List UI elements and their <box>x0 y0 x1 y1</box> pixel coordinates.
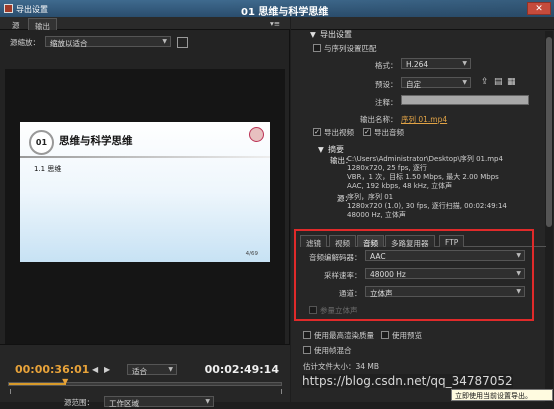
format-value: H.264 <box>406 60 429 69</box>
output-name-link[interactable]: 序列 01.mp4 <box>401 114 447 125</box>
current-timecode[interactable]: 00:00:36:01 <box>15 363 89 376</box>
slide-subtitle: 1.1 思维 <box>34 165 62 173</box>
chevron-down-icon: ▼ <box>462 60 467 67</box>
app-icon <box>4 4 13 13</box>
mark-in-icon[interactable]: ◀ <box>92 365 98 374</box>
timeline-ruler <box>10 389 282 394</box>
panel-menu-icon[interactable]: ▾≡ <box>264 17 286 29</box>
window-title: 导出设置 <box>16 5 48 14</box>
preset-value: 自定 <box>406 80 421 89</box>
tab-source[interactable]: 源 <box>6 18 26 30</box>
preset-label: 预设： <box>375 80 398 89</box>
use-preview-checkbox[interactable] <box>381 331 389 339</box>
watermark-text: https://blog.csdn.net/qq_34787052 <box>302 374 513 388</box>
duration-timecode: 00:02:49:14 <box>204 363 279 376</box>
timeline-track[interactable] <box>8 382 282 386</box>
match-sequence-checkbox[interactable] <box>313 44 321 52</box>
slide-divider <box>20 156 270 158</box>
scrollbar[interactable] <box>545 31 553 402</box>
source-range-value: 工作区域 <box>109 399 139 408</box>
output-bitrate: VBR，1 次，目标 1.50 Mbps, 最大 2.00 Mbps <box>347 173 499 181</box>
source-panel: 源 输出 ▾≡ 源缩放： 缩放以适合 ▼ 01 思维与科学思维 1.1 思维 4/… <box>0 17 290 408</box>
export-video-label: 导出视频 <box>324 128 354 137</box>
output-name-label: 输出名称： <box>360 115 398 124</box>
collapse-arrow-icon[interactable]: ▼ <box>310 30 316 39</box>
estimated-size: 估计文件大小：34 MB <box>303 362 380 371</box>
save-preset-icon[interactable]: ⇪ <box>481 77 489 87</box>
import-preset-icon[interactable]: ▤ <box>494 77 503 87</box>
output-path: C:\Users\Administrator\Desktop\序列 01.mp4 <box>347 155 503 163</box>
source-video: 1280x720 (1.0), 30 fps, 逐行扫描, 00:02:49:1… <box>347 202 507 210</box>
background-title: 01 思维与科学思维 <box>219 0 554 18</box>
match-sequence-label: 与序列设置匹配 <box>324 44 377 53</box>
fit-value: 适合 <box>132 367 147 376</box>
slide-page-number: 4/69 <box>245 251 258 257</box>
source-zoom-dropdown[interactable]: 缩放以适合 ▼ <box>45 36 171 48</box>
highlight-box <box>294 229 534 321</box>
source-audio: 48000 Hz, 立体声 <box>347 211 406 219</box>
summary-source-text: 序列，序列 01 1280x720 (1.0), 30 fps, 逐行扫描, 0… <box>347 193 507 220</box>
use-preview-label: 使用预览 <box>392 331 422 340</box>
timeline-progress <box>9 383 67 385</box>
max-quality-checkbox[interactable] <box>303 331 311 339</box>
max-quality-label: 使用最高渲染质量 <box>314 331 374 340</box>
summary-arrow-icon[interactable]: ▼ <box>318 145 324 154</box>
playhead-icon[interactable]: ▼ <box>62 377 70 386</box>
fit-dropdown[interactable]: 适合 ▼ <box>127 364 177 376</box>
output-video: 1280x720, 25 fps, 逐行 <box>347 164 427 172</box>
frame-blend-label: 使用帧混合 <box>314 346 352 355</box>
chevron-down-icon: ▼ <box>168 366 173 373</box>
window-titlebar: 导出设置 01 思维与科学思维 ✕ <box>0 0 554 18</box>
source-zoom-label: 源缩放： <box>10 38 40 47</box>
preview-frame: 01 思维与科学思维 1.1 思维 4/69 <box>20 122 270 262</box>
slide-number: 01 <box>29 130 54 155</box>
chevron-down-icon: ▼ <box>162 38 167 45</box>
source-range-label: 源范围： <box>64 398 94 407</box>
crop-icon[interactable] <box>177 37 188 48</box>
tab-output[interactable]: 输出 <box>28 18 57 31</box>
comment-input[interactable] <box>401 95 529 105</box>
comment-label: 注释： <box>375 98 398 107</box>
source-name: 序列，序列 01 <box>347 193 394 201</box>
format-label: 格式： <box>375 61 398 70</box>
output-audio: AAC, 192 kbps, 48 kHz, 立体声 <box>347 182 453 190</box>
scrollbar-thumb[interactable] <box>546 37 552 227</box>
summary-header: 摘要 <box>328 145 344 154</box>
source-tabs: 源 输出 ▾≡ <box>0 17 290 31</box>
close-button[interactable]: ✕ <box>527 2 551 15</box>
preset-dropdown[interactable]: 自定 ▼ <box>401 77 471 89</box>
summary-output-text: C:\Users\Administrator\Desktop\序列 01.mp4… <box>347 155 503 191</box>
export-settings-header: 导出设置 <box>320 30 352 39</box>
export-audio-label: 导出音频 <box>374 128 404 137</box>
video-preview: 01 思维与科学思维 1.1 思维 4/69 <box>5 69 285 344</box>
export-audio-checkbox[interactable]: ✓ <box>363 128 371 136</box>
slide-logo <box>249 127 264 142</box>
delete-preset-icon[interactable]: ▦ <box>507 77 516 87</box>
source-zoom-value: 缩放以适合 <box>50 39 88 48</box>
timeline-area: 00:00:36:01 ◀ ▶ 适合 ▼ 00:02:49:14 ▼ 源范围： 工… <box>0 344 290 408</box>
export-video-checkbox[interactable]: ✓ <box>313 128 321 136</box>
chevron-down-icon: ▼ <box>462 79 467 86</box>
export-tooltip: 立即使用当前设置导出。 <box>451 389 553 401</box>
mark-out-icon[interactable]: ▶ <box>104 365 110 374</box>
slide-title: 思维与科学思维 <box>59 135 133 147</box>
format-dropdown[interactable]: H.264 ▼ <box>401 58 471 69</box>
frame-blend-checkbox[interactable] <box>303 346 311 354</box>
